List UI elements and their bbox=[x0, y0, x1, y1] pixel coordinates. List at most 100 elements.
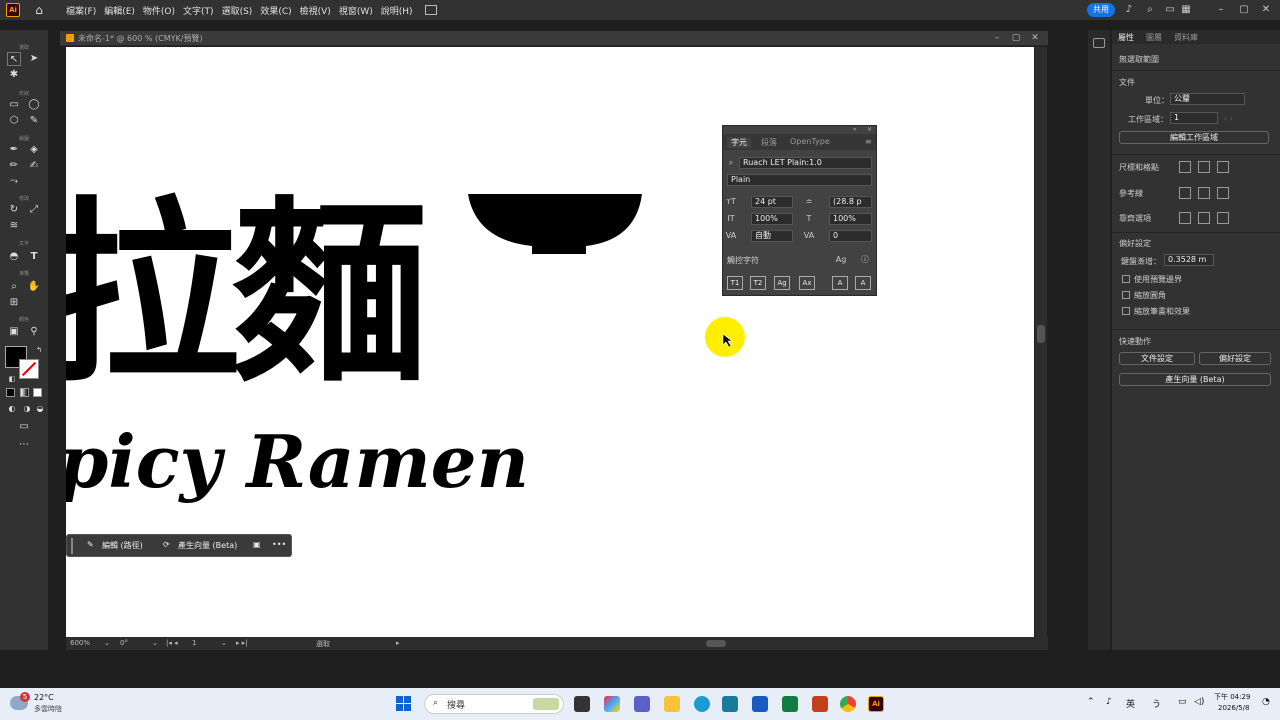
eraser-tool-icon[interactable]: ◈ bbox=[27, 143, 41, 157]
status-menu-icon[interactable]: ▸ bbox=[396, 639, 400, 647]
pen-tool-icon[interactable]: ✒ bbox=[7, 143, 21, 157]
screen-mode-icon[interactable]: ▭ bbox=[17, 420, 31, 434]
chrome-icon[interactable] bbox=[840, 696, 856, 712]
scroll-thumb[interactable] bbox=[1037, 325, 1045, 343]
drag-handle-icon[interactable] bbox=[71, 538, 73, 554]
tray-overflow-icon[interactable]: ⌃ bbox=[1087, 697, 1095, 707]
tab-opentype[interactable]: OpenType bbox=[790, 137, 830, 146]
edit-path-button[interactable]: 編輯 (路徑) bbox=[102, 540, 143, 551]
smart-guides-icon[interactable] bbox=[1217, 187, 1229, 199]
snap-pixel-icon[interactable] bbox=[1198, 212, 1210, 224]
font-family-field[interactable]: Ruach LET Plain:1.0 bbox=[739, 157, 872, 169]
snap-glyph-icon[interactable] bbox=[1217, 212, 1229, 224]
rotation-dropdown-icon[interactable]: ⌄ bbox=[152, 639, 158, 647]
volume-icon[interactable]: ◁) bbox=[1194, 697, 1204, 707]
menu-type[interactable]: 文字(T) bbox=[183, 4, 214, 17]
hand-tool-icon[interactable]: ✋ bbox=[27, 280, 41, 294]
edge-icon[interactable] bbox=[694, 696, 710, 712]
zoom-dropdown-icon[interactable]: ⌄ bbox=[104, 639, 110, 647]
artboard-dropdown-icon[interactable]: ⌄ bbox=[221, 639, 227, 647]
maximize-icon[interactable]: ▢ bbox=[1238, 3, 1250, 17]
collapse-icon[interactable]: « bbox=[853, 126, 857, 133]
ime-indicator[interactable]: 英 bbox=[1126, 697, 1135, 710]
curvature-tool-icon[interactable]: ⤳ bbox=[7, 175, 21, 189]
ramen-bowl-shape[interactable] bbox=[466, 192, 646, 257]
default-colors-icon[interactable]: ◧ bbox=[5, 372, 19, 386]
menu-file[interactable]: 檔案(F) bbox=[66, 4, 96, 17]
rectangle-tool-icon[interactable]: ▭ bbox=[7, 98, 21, 112]
tab-libraries[interactable]: 資料庫 bbox=[1174, 32, 1198, 43]
doc-restore-icon[interactable]: ▢ bbox=[1010, 32, 1022, 44]
document-setup-button[interactable]: 文件設定 bbox=[1119, 352, 1195, 365]
preferences-button[interactable]: 偏好設定 bbox=[1199, 352, 1271, 365]
document-tab[interactable]: 未命名-1* @ 600 % (CMYK/預覽) – ▢ ✕ bbox=[60, 31, 1048, 46]
document-close-icon[interactable] bbox=[66, 34, 74, 42]
type-tool-icon[interactable]: T bbox=[27, 250, 41, 264]
gradient-mode-icon[interactable] bbox=[20, 388, 29, 397]
ramen-chinese-text[interactable]: 拉麵 bbox=[66, 185, 428, 405]
draw-inside-icon[interactable]: ◒ bbox=[33, 402, 47, 416]
font-size-field[interactable]: 24 pt bbox=[751, 196, 793, 208]
search-icon[interactable]: ⌕ bbox=[1144, 3, 1156, 17]
polygon-tool-icon[interactable]: ⬡ bbox=[7, 114, 21, 128]
swap-colors-icon[interactable]: ↰ bbox=[32, 343, 46, 357]
excel-icon[interactable] bbox=[782, 696, 798, 712]
font-style-field[interactable]: Plain bbox=[727, 174, 872, 186]
generate-vectors-button[interactable]: 產生向量 (Beta) bbox=[178, 540, 237, 551]
artboard-dropdown[interactable]: 1 bbox=[1170, 112, 1218, 124]
char-button-3[interactable]: Ag bbox=[774, 276, 790, 290]
microphone-icon[interactable]: ♪ bbox=[1106, 697, 1112, 707]
store-icon[interactable] bbox=[722, 696, 738, 712]
minimize-icon[interactable]: – bbox=[1215, 3, 1227, 17]
menu-object[interactable]: 物件(O) bbox=[143, 4, 175, 17]
draw-behind-icon[interactable]: ◑ bbox=[20, 402, 34, 416]
char-button-4[interactable]: Ax bbox=[799, 276, 815, 290]
doc-minimize-icon[interactable]: – bbox=[991, 32, 1003, 44]
grid-icon[interactable] bbox=[1198, 161, 1210, 173]
artboard-number[interactable]: 1 bbox=[192, 639, 196, 647]
leading-field[interactable]: (28.8 p bbox=[829, 196, 872, 208]
rulers-icon[interactable] bbox=[1179, 161, 1191, 173]
edit-artboards-button[interactable]: 編輯工作區域 bbox=[1119, 131, 1269, 144]
snap-point-icon[interactable] bbox=[1179, 212, 1191, 224]
gradient-tool-icon[interactable]: ▣ bbox=[7, 325, 21, 339]
notifications-icon[interactable]: ◔ bbox=[1262, 697, 1270, 707]
tab-properties[interactable]: 屬性 bbox=[1118, 32, 1134, 43]
horizontal-scale-field[interactable]: 100% bbox=[829, 213, 872, 225]
units-dropdown[interactable]: 公釐 bbox=[1170, 93, 1245, 105]
weather-temp[interactable]: 22°C bbox=[34, 693, 54, 702]
doc-close-icon[interactable]: ✕ bbox=[1029, 32, 1041, 44]
width-tool-icon[interactable]: ≋ bbox=[7, 219, 21, 233]
panel-menu-icon[interactable]: ≡ bbox=[865, 137, 872, 146]
brush-tool-icon[interactable]: ✍ bbox=[27, 159, 41, 173]
menu-help[interactable]: 說明(H) bbox=[381, 4, 413, 17]
lock-guides-icon[interactable] bbox=[1198, 187, 1210, 199]
more-options-icon[interactable]: ••• bbox=[272, 540, 286, 549]
vertical-scrollbar[interactable] bbox=[1035, 47, 1047, 637]
zoom-tool-icon[interactable]: ⌕ bbox=[7, 280, 21, 294]
font-search-icon[interactable]: ⌕ bbox=[725, 157, 737, 169]
task-view-icon[interactable] bbox=[574, 696, 590, 712]
artboard-nav-icon[interactable]: ‹ › bbox=[1224, 114, 1233, 123]
weather-desc[interactable]: 多雲時陰 bbox=[34, 704, 62, 714]
transparency-grid-icon[interactable] bbox=[1217, 161, 1229, 173]
tab-layers[interactable]: 圖層 bbox=[1146, 32, 1162, 43]
home-icon[interactable]: ⌂ bbox=[32, 3, 46, 17]
rotation-value[interactable]: 0° bbox=[120, 639, 128, 647]
arrange-documents-icon[interactable] bbox=[424, 5, 437, 15]
prev-artboard-icon[interactable]: |◂ ◂ bbox=[166, 639, 178, 647]
windows-start-icon[interactable] bbox=[396, 696, 412, 712]
generate-vectors-quick-button[interactable]: 產生向量 (Beta) bbox=[1119, 373, 1271, 386]
clock-date[interactable]: 2026/5/8 bbox=[1218, 704, 1249, 712]
info-icon[interactable]: ⓘ bbox=[859, 254, 871, 266]
show-guides-icon[interactable] bbox=[1179, 187, 1191, 199]
spicy-ramen-text[interactable]: picy Ramen bbox=[66, 417, 529, 507]
eyedropper-tool-icon[interactable]: ⚲ bbox=[27, 325, 41, 339]
tab-paragraph[interactable]: 段落 bbox=[761, 137, 777, 148]
clock-time[interactable]: 下午 04:29 bbox=[1214, 692, 1250, 702]
scale-tool-icon[interactable]: ⤢ bbox=[27, 203, 41, 217]
menu-view[interactable]: 檢視(V) bbox=[300, 4, 331, 17]
shaper-tool-icon[interactable]: ✎ bbox=[27, 114, 41, 128]
share-button[interactable]: 共用 bbox=[1087, 3, 1115, 17]
blend-tool-icon[interactable]: ◓ bbox=[7, 250, 21, 264]
